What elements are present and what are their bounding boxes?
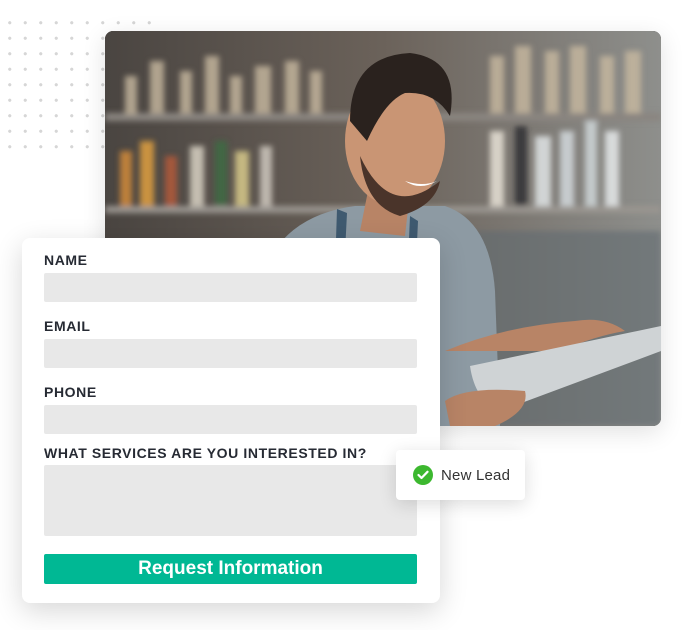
email-label: EMAIL xyxy=(44,318,91,334)
name-field[interactable] xyxy=(44,273,417,302)
phone-label: PHONE xyxy=(44,384,97,400)
request-information-button[interactable]: Request Information xyxy=(44,554,417,584)
email-field[interactable] xyxy=(44,339,417,368)
name-label: NAME xyxy=(44,252,88,268)
toast-text: New Lead xyxy=(441,466,511,484)
services-textarea[interactable] xyxy=(44,465,417,536)
lead-form: NAME EMAIL PHONE WHAT SERVICES ARE YOU I… xyxy=(22,238,440,603)
new-lead-toast: New Lead xyxy=(396,450,525,500)
services-label: WHAT SERVICES ARE YOU INTERESTED IN? xyxy=(44,445,367,461)
phone-field[interactable] xyxy=(44,405,417,434)
check-circle-icon xyxy=(413,465,433,485)
